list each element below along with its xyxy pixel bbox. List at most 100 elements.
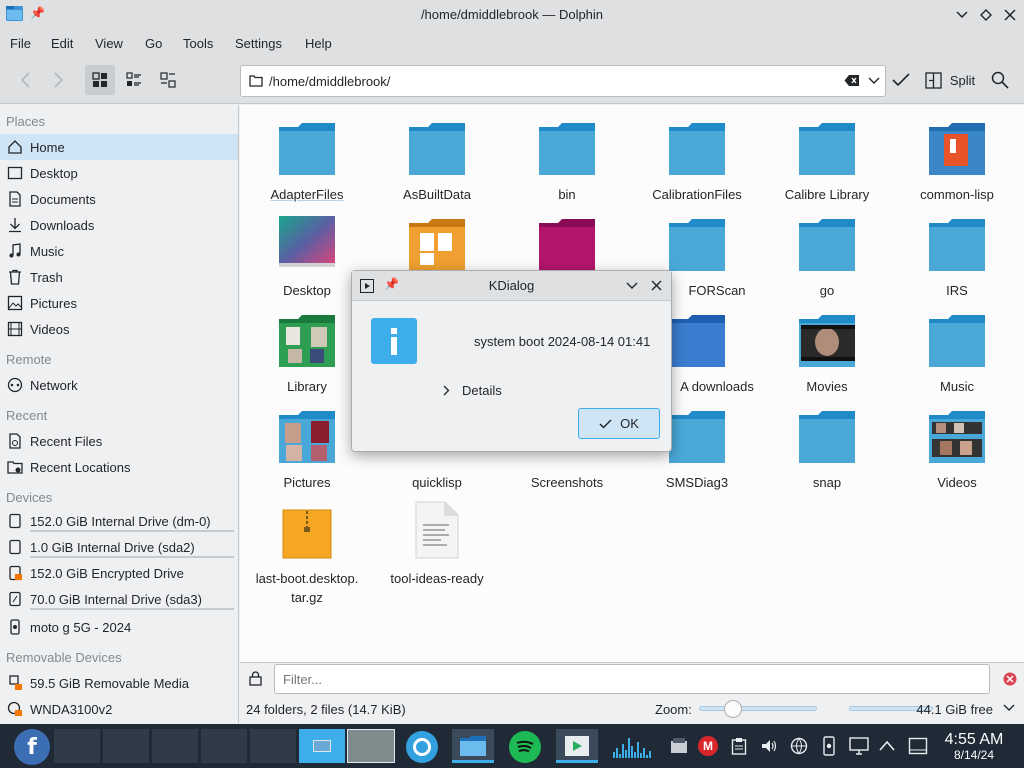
file-item[interactable]: tool-ideas-ready	[377, 495, 497, 591]
sidebar-item-music[interactable]: Music	[0, 238, 238, 264]
clock-time[interactable]: 4:55 AM	[936, 731, 1012, 749]
browser-icon[interactable]	[406, 731, 438, 763]
maximize-icon[interactable]	[976, 5, 996, 25]
sidebar-item-removable-media[interactable]: 59.5 GiB Removable Media	[0, 670, 238, 696]
virtual-desktop-preview[interactable]	[347, 729, 395, 763]
system-monitor-icon[interactable]	[612, 734, 658, 760]
file-item[interactable]: last-boot.desktop. tar.gz	[247, 495, 367, 605]
back-icon[interactable]	[14, 68, 38, 92]
dolphin-taskbar-icon[interactable]	[452, 729, 494, 763]
ok-button[interactable]: OK	[578, 408, 660, 439]
compact-view-icon[interactable]	[119, 65, 149, 95]
file-item[interactable]	[507, 207, 627, 271]
close-filter-icon[interactable]	[1003, 672, 1017, 686]
sidebar-item-network[interactable]: Network	[0, 372, 238, 398]
network-status-icon[interactable]	[790, 737, 808, 755]
sidebar-item-phone[interactable]: moto g 5G - 2024	[0, 614, 238, 640]
file-item[interactable]: Desktop	[247, 207, 367, 303]
menu-edit[interactable]: Edit	[51, 36, 73, 51]
virtual-desktop-1[interactable]	[54, 729, 100, 763]
close-icon[interactable]	[1000, 5, 1020, 25]
virtual-desktop-5[interactable]	[250, 729, 296, 763]
location-path[interactable]: /home/dmiddlebrook/	[269, 74, 390, 89]
sidebar-item-wnda3100[interactable]: WNDA3100v2	[0, 696, 238, 722]
desktop-folder-icon	[279, 216, 335, 267]
menu-go[interactable]: Go	[145, 36, 162, 51]
clear-icon[interactable]	[844, 74, 860, 87]
file-item[interactable]: CalibrationFiles	[637, 111, 757, 207]
file-item[interactable]: Music	[897, 303, 1017, 399]
sidebar-item-recent-files[interactable]: Recent Files	[0, 428, 238, 454]
volume-icon[interactable]	[760, 737, 778, 755]
forward-icon[interactable]	[46, 68, 70, 92]
mega-icon[interactable]: M	[698, 736, 718, 756]
file-item[interactable]: go	[767, 207, 887, 303]
chevron-down-icon[interactable]	[1003, 704, 1015, 712]
fedora-launcher-icon[interactable]: f	[14, 729, 50, 765]
checkmark-icon[interactable]	[890, 69, 912, 91]
minimize-icon[interactable]	[952, 5, 972, 25]
show-desktop-icon[interactable]	[908, 737, 928, 755]
file-item[interactable]: bin	[507, 111, 627, 207]
kdeconnect-icon[interactable]	[821, 736, 837, 756]
zoom-slider-handle[interactable]	[724, 700, 742, 718]
file-item[interactable]: common-lisp	[897, 111, 1017, 207]
zoom-slider[interactable]	[699, 706, 817, 711]
sidebar-item-pictures[interactable]: Pictures	[0, 290, 238, 316]
spotify-icon[interactable]	[509, 731, 541, 763]
details-toggle[interactable]: Details	[442, 383, 502, 398]
minimize-icon[interactable]	[626, 282, 638, 290]
virtual-desktop-4[interactable]	[201, 729, 247, 763]
menu-tools[interactable]: Tools	[183, 36, 213, 51]
sidebar-item-home[interactable]: Home	[0, 134, 238, 160]
menu-view[interactable]: View	[95, 36, 123, 51]
file-item[interactable]: Library	[247, 303, 367, 399]
location-bar[interactable]: /home/dmiddlebrook/	[240, 65, 886, 97]
file-item[interactable]: Videos	[897, 399, 1017, 495]
sidebar-item-downloads[interactable]: Downloads	[0, 212, 238, 238]
clock-date[interactable]: 8/14/24	[936, 748, 1012, 762]
app-tray-icon[interactable]	[670, 737, 688, 755]
icons-view-icon[interactable]	[85, 65, 115, 95]
clipboard-icon[interactable]	[731, 737, 747, 755]
devices-heading: Devices	[6, 490, 53, 505]
filter-input[interactable]	[274, 664, 990, 694]
virtual-desktop-2[interactable]	[103, 729, 149, 763]
kdialog-window[interactable]: 📌 KDialog system boot 2024-08-14 01:41 D…	[351, 270, 672, 452]
details-view-icon[interactable]	[153, 65, 183, 95]
sidebar-item-desktop[interactable]: Desktop	[0, 160, 238, 186]
sidebar-item-encrypted-drive[interactable]: 152.0 GiB Encrypted Drive	[0, 560, 238, 586]
chevron-down-icon[interactable]	[868, 77, 880, 85]
sidebar-item-drive-dm0[interactable]: 152.0 GiB Internal Drive (dm-0)	[0, 508, 238, 534]
chevron-up-icon[interactable]	[879, 740, 895, 751]
search-icon[interactable]	[988, 68, 1012, 92]
sidebar-item-documents[interactable]: Documents	[0, 186, 238, 212]
file-item[interactable]: Calibre Library	[767, 111, 887, 207]
sidebar-item-drive-sda2[interactable]: 1.0 GiB Internal Drive (sda2)	[0, 534, 238, 560]
sidebar-item-drive-sda3[interactable]: 70.0 GiB Internal Drive (sda3)	[0, 586, 238, 612]
menu-help[interactable]: Help	[305, 36, 332, 51]
file-name: AsBuiltData	[403, 187, 471, 202]
file-item[interactable]: IRS	[897, 207, 1017, 303]
sidebar-item-trash[interactable]: Trash	[0, 264, 238, 290]
file-item[interactable]: AsBuiltData	[377, 111, 497, 207]
dialog-titlebar[interactable]: 📌 KDialog	[352, 271, 671, 301]
split-button[interactable]: Split	[920, 66, 980, 94]
kdialog-taskbar-icon[interactable]	[556, 729, 598, 763]
close-icon[interactable]	[651, 280, 662, 291]
sidebar-item-recent-locations[interactable]: Recent Locations	[0, 454, 238, 480]
virtual-desktop-active[interactable]	[299, 729, 345, 763]
file-item[interactable]: Pictures	[247, 399, 367, 495]
sidebar-item-videos[interactable]: Videos	[0, 316, 238, 342]
menu-file[interactable]: File	[10, 36, 31, 51]
file-item[interactable]: snap	[767, 399, 887, 495]
file-item[interactable]: AdapterFiles	[247, 111, 367, 207]
file-item[interactable]: Movies	[767, 303, 887, 399]
sidebar-item-label: moto g 5G - 2024	[30, 619, 132, 635]
display-icon[interactable]	[849, 737, 869, 755]
window-titlebar[interactable]: 📌 /home/dmiddlebrook — Dolphin	[0, 0, 1024, 30]
virtual-desktop-3[interactable]	[152, 729, 198, 763]
menu-settings[interactable]: Settings	[235, 36, 282, 51]
file-item[interactable]	[377, 207, 497, 271]
lock-icon[interactable]	[249, 671, 262, 686]
